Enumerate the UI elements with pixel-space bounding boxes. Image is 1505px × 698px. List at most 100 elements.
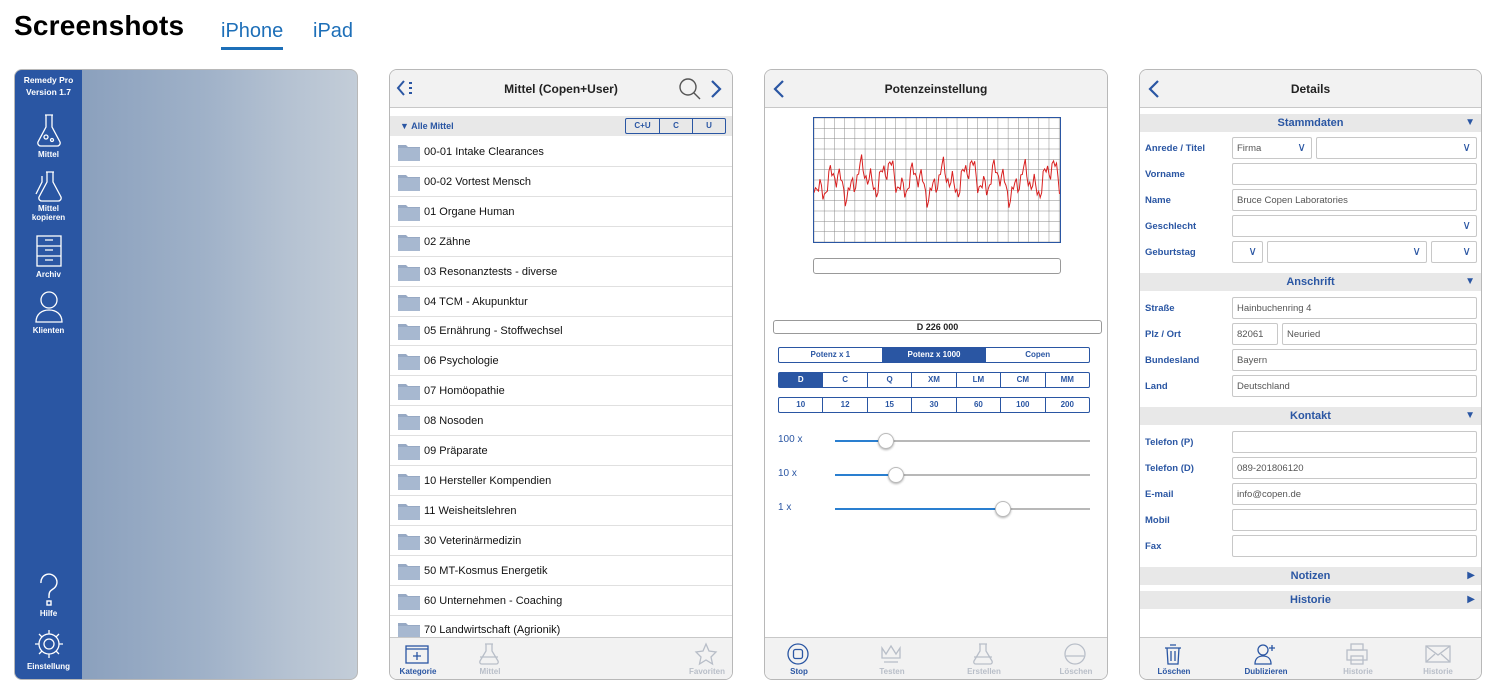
tab-bar: Kategorie Mittel Favoriten xyxy=(390,637,732,679)
segment-cu[interactable]: C+U xyxy=(626,119,659,133)
segment-200[interactable]: 200 xyxy=(1044,398,1089,412)
sidebar-item-archiv[interactable]: Archiv xyxy=(15,234,82,279)
slider-thumb[interactable] xyxy=(878,433,894,449)
telefon-p-input[interactable] xyxy=(1232,431,1477,453)
segment-100[interactable]: 100 xyxy=(1000,398,1044,412)
segment-c[interactable]: C xyxy=(822,373,866,387)
segment-mm[interactable]: MM xyxy=(1044,373,1089,387)
value-segment: 10 12 15 30 60 100 200 xyxy=(778,397,1090,413)
plz-input[interactable]: 82061 xyxy=(1232,323,1278,345)
tab-kategorie-0[interactable]: Kategorie xyxy=(390,642,448,676)
segment-q[interactable]: Q xyxy=(866,373,911,387)
tab-erstellen-2[interactable]: Erstellen xyxy=(954,642,1014,676)
geschlecht-select[interactable]: ∨ xyxy=(1232,215,1477,237)
app-title: Remedy Pro xyxy=(23,75,74,85)
year-select[interactable]: ∨ xyxy=(1431,241,1477,263)
list-item[interactable]: 02 Zähne xyxy=(390,227,732,257)
list-item[interactable]: 60 Unternehmen - Coaching xyxy=(390,586,732,616)
potency-slider[interactable]: 100 x xyxy=(778,431,1090,451)
sidebar-item-mittel[interactable]: Mittel xyxy=(15,112,82,159)
field-label: Bundesland xyxy=(1145,355,1200,366)
segment-u[interactable]: U xyxy=(692,119,725,133)
segment-xm[interactable]: XM xyxy=(911,373,955,387)
tab-label: Dublizieren xyxy=(1244,667,1288,676)
list-item[interactable]: 50 MT-Kosmus Energetik xyxy=(390,556,732,586)
segment-15[interactable]: 15 xyxy=(866,398,911,412)
list-item[interactable]: 03 Resonanztests - diverse xyxy=(390,257,732,287)
fax-input[interactable] xyxy=(1232,535,1477,557)
list-item-label: 30 Veterinärmedizin xyxy=(424,534,522,547)
segment-12[interactable]: 12 xyxy=(822,398,866,412)
field-anrede: Anrede / Titel Firma ∨ ∨ xyxy=(1140,135,1481,161)
tab-löschen-0[interactable]: Löschen xyxy=(1144,642,1204,676)
list-item[interactable]: 00-01 Intake Clearances xyxy=(390,137,732,167)
segment-copen[interactable]: Copen xyxy=(985,348,1089,362)
list-item[interactable]: 09 Präparate xyxy=(390,436,732,466)
section-notizen[interactable]: Notizen ▶ xyxy=(1140,567,1481,585)
potency-slider[interactable]: 10 x xyxy=(778,465,1090,485)
list-item[interactable]: 06 Psychologie xyxy=(390,346,732,377)
list-item[interactable]: 11 Weisheitslehren xyxy=(390,496,732,526)
segment-30[interactable]: 30 xyxy=(911,398,955,412)
ort-input[interactable]: Neuried xyxy=(1282,323,1477,345)
list-item[interactable]: 04 TCM - Akupunktur xyxy=(390,287,732,317)
segment-d[interactable]: D xyxy=(779,373,823,387)
tab-testen-1[interactable]: Testen xyxy=(862,642,922,676)
mobil-input[interactable] xyxy=(1232,509,1477,531)
land-input[interactable]: Deutschland xyxy=(1232,375,1477,397)
segment-60[interactable]: 60 xyxy=(955,398,1000,412)
segment-lm[interactable]: LM xyxy=(955,373,1000,387)
month-select[interactable]: ∨ xyxy=(1267,241,1427,263)
folder-icon xyxy=(398,414,420,431)
section-kontakt[interactable]: Kontakt ▼ xyxy=(1140,407,1481,425)
sidebar-item-klienten[interactable]: Klienten xyxy=(15,290,82,335)
telefon-d-input[interactable]: 089-201806120 xyxy=(1232,457,1477,479)
tab-dublizieren-1[interactable]: Dublizieren xyxy=(1236,642,1296,676)
segment-c[interactable]: C xyxy=(659,119,692,133)
list-item[interactable]: 01 Organe Human xyxy=(390,197,732,227)
slider-thumb[interactable] xyxy=(888,467,905,483)
email-input[interactable]: info@copen.de xyxy=(1232,483,1477,505)
field-label: Land xyxy=(1145,381,1168,392)
section-stammdaten[interactable]: Stammdaten ▼ xyxy=(1140,114,1481,132)
tab-löschen-3[interactable]: Löschen xyxy=(1046,642,1106,676)
segment-10[interactable]: 10 xyxy=(779,398,822,412)
folder-icon xyxy=(398,503,420,520)
segment-potenz-x-1[interactable]: Potenz x 1 xyxy=(779,348,882,362)
segment-potenz-x-1000[interactable]: Potenz x 1000 xyxy=(881,348,986,362)
sidebar-item-einstellung[interactable]: Einstellung xyxy=(15,628,82,671)
folder-icon xyxy=(398,324,420,341)
section-historie[interactable]: Historie ▶ xyxy=(1140,591,1481,609)
sidebar-item-mittel-kopieren[interactable]: Mittel kopieren xyxy=(15,170,82,222)
potency-slider[interactable]: 1 x xyxy=(778,499,1090,519)
tab-historie-3[interactable]: Historie xyxy=(1408,642,1468,676)
sidebar-item-hilfe[interactable]: Hilfe xyxy=(15,573,82,618)
triangle-right-icon: ▶ xyxy=(1467,570,1475,581)
tab-iphone[interactable]: iPhone xyxy=(221,20,284,50)
vorname-input[interactable] xyxy=(1232,163,1477,185)
name-input[interactable]: Bruce Copen Laboratories xyxy=(1232,189,1477,211)
section-anschrift[interactable]: Anschrift ▼ xyxy=(1140,273,1481,291)
list-item-label: 11 Weisheitslehren xyxy=(424,504,517,517)
list-item[interactable]: 00-02 Vortest Mensch xyxy=(390,167,732,197)
slider-thumb[interactable] xyxy=(995,501,1012,517)
tab-historie-2[interactable]: Historie xyxy=(1328,642,1388,676)
tab-mittel-1[interactable]: Mittel xyxy=(460,642,520,676)
list-item[interactable]: 08 Nosoden xyxy=(390,406,732,437)
list-item[interactable]: 07 Homöopathie xyxy=(390,376,732,407)
list-item[interactable]: 30 Veterinärmedizin xyxy=(390,526,732,556)
segment-cm[interactable]: CM xyxy=(1000,373,1044,387)
tab-ipad[interactable]: iPad xyxy=(313,20,353,43)
titel-select[interactable]: ∨ xyxy=(1316,137,1477,159)
tab-stop-0[interactable]: Stop xyxy=(769,642,829,676)
filter-label[interactable]: ▼ Alle Mittel xyxy=(400,121,454,131)
chevron-right-icon[interactable] xyxy=(708,77,724,101)
list-item[interactable]: 10 Hersteller Kompendien xyxy=(390,466,732,496)
list-item[interactable]: 05 Ernährung - Stoffwechsel xyxy=(390,316,732,347)
anrede-select[interactable]: Firma ∨ xyxy=(1232,137,1312,159)
search-icon[interactable] xyxy=(678,77,702,101)
bundesland-input[interactable]: Bayern xyxy=(1232,349,1477,371)
day-select[interactable]: ∨ xyxy=(1232,241,1263,263)
tab-favoriten-2[interactable]: Favoriten xyxy=(677,642,732,676)
strasse-input[interactable]: Hainbuchenring 4 xyxy=(1232,297,1477,319)
